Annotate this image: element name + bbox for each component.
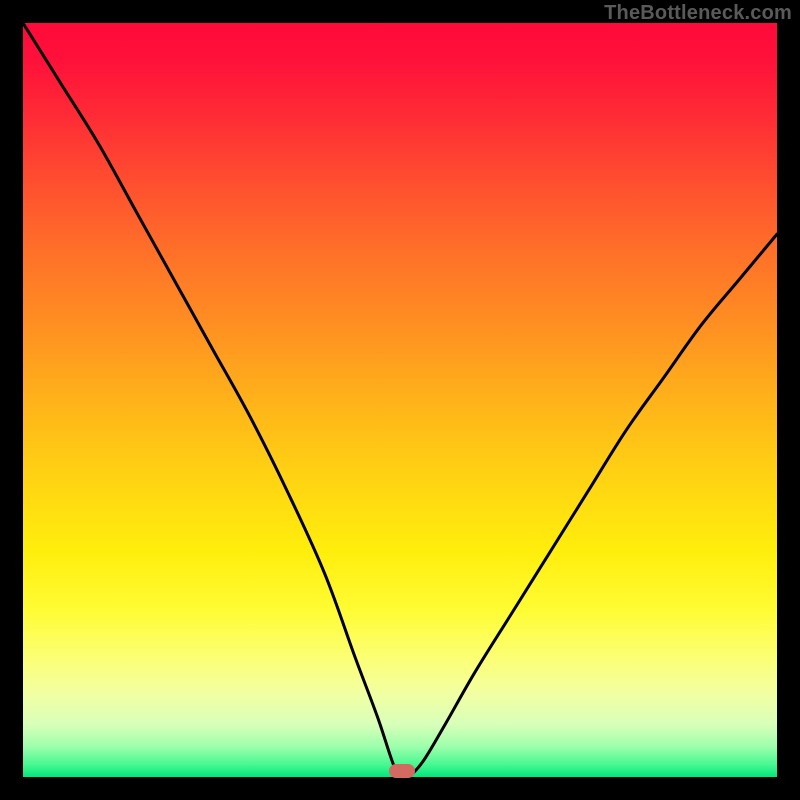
- bottleneck-curve: [23, 23, 777, 777]
- optimal-point-marker: [389, 764, 415, 778]
- chart-stage: TheBottleneck.com: [0, 0, 800, 800]
- plot-frame: [23, 23, 777, 777]
- watermark-text: TheBottleneck.com: [604, 2, 792, 25]
